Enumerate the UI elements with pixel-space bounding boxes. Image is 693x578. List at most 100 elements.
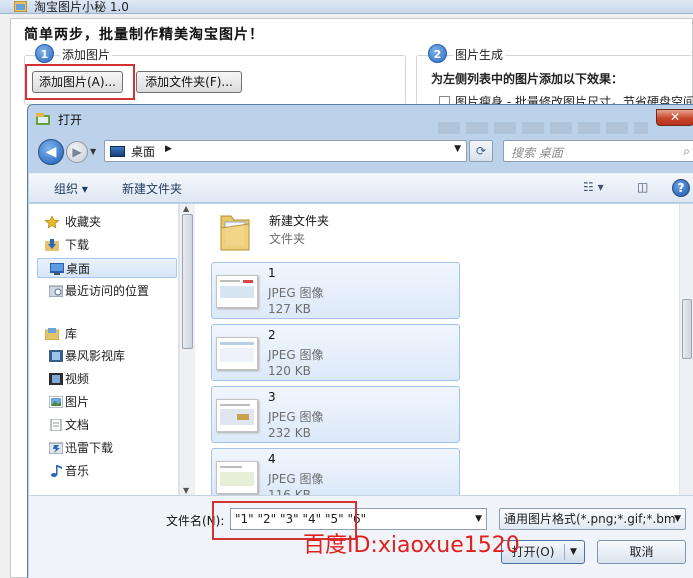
cancel-button[interactable]: 取消 bbox=[597, 540, 686, 564]
downloads-icon bbox=[45, 239, 59, 251]
image-thumbnail bbox=[216, 275, 258, 308]
browser-pane: 收藏夹 下载 桌面 最近访问的位置 库 暴风影视库 视频 图片 文档 迅雷下载 … bbox=[29, 204, 693, 502]
add-folder-button[interactable]: 添加文件夹(F)... bbox=[136, 71, 242, 93]
step1-number-icon: 1 bbox=[35, 44, 54, 63]
help-icon[interactable]: ? bbox=[672, 179, 690, 197]
file-type: JPEG 图像 bbox=[268, 348, 324, 362]
nav-label: 图片 bbox=[65, 395, 90, 409]
library-icon bbox=[45, 328, 59, 340]
star-icon bbox=[45, 216, 59, 228]
nav-item-video-library[interactable]: 暴风影视库 bbox=[37, 346, 177, 366]
view-options-icon[interactable]: ☷ ▾ bbox=[583, 180, 604, 194]
desktop-icon bbox=[50, 263, 64, 275]
nav-label: 库 bbox=[65, 327, 78, 341]
search-icon[interactable]: ⌕ bbox=[683, 144, 690, 159]
file-scrollbar[interactable] bbox=[679, 204, 693, 495]
watermark-text: 百度ID:xiaoxue1520 bbox=[303, 533, 520, 558]
file-size: 232 KB bbox=[268, 426, 311, 440]
highlight-box-add-images bbox=[25, 64, 135, 100]
refresh-icon[interactable]: ⟳ bbox=[469, 140, 493, 162]
address-bar[interactable]: 桌面 ▶ ▼ bbox=[104, 140, 467, 162]
app-title: 淘宝图片小秘 1.0 bbox=[34, 0, 129, 14]
nav-item-videos[interactable]: 视频 bbox=[37, 369, 177, 389]
nav-item-documents[interactable]: 文档 bbox=[37, 415, 177, 435]
file-name: 1 bbox=[268, 266, 276, 280]
nav-label: 收藏夹 bbox=[65, 215, 102, 229]
preview-pane-icon[interactable]: ◫ bbox=[637, 180, 648, 194]
blurred-text bbox=[438, 122, 648, 134]
nav-item-pictures[interactable]: 图片 bbox=[37, 392, 177, 412]
file-type: JPEG 图像 bbox=[268, 410, 324, 424]
videos-icon bbox=[49, 373, 63, 385]
image-thumbnail bbox=[216, 337, 258, 370]
nav-scroll-thumb[interactable] bbox=[182, 214, 193, 349]
folder-icon bbox=[220, 215, 250, 251]
back-arrow-icon[interactable]: ◀ bbox=[38, 139, 64, 165]
command-toolbar: 组织 ▾ 新建文件夹 ☷ ▾ ◫ ? bbox=[29, 173, 693, 203]
documents-icon bbox=[50, 419, 62, 431]
dialog-title: 打开 bbox=[58, 113, 83, 127]
nav-label: 桌面 bbox=[66, 262, 91, 276]
thunder-download-icon bbox=[49, 442, 63, 454]
nav-label: 音乐 bbox=[65, 464, 90, 478]
dialog-icon bbox=[36, 113, 50, 125]
filename-dropdown-icon[interactable]: ▼ bbox=[475, 514, 482, 524]
image-thumbnail bbox=[216, 399, 258, 432]
nav-label: 最近访问的位置 bbox=[65, 284, 150, 298]
list-item-file-3[interactable]: 3 JPEG 图像 232 KB bbox=[211, 386, 460, 443]
close-button[interactable]: ✕ bbox=[656, 109, 693, 126]
search-placeholder: 搜索 桌面 bbox=[511, 146, 563, 160]
new-folder-button[interactable]: 新建文件夹 bbox=[122, 180, 182, 197]
scroll-down-icon[interactable]: ▼ bbox=[183, 486, 189, 495]
organize-menu[interactable]: 组织 ▾ bbox=[54, 180, 88, 197]
file-type-filter[interactable]: 通用图片格式(*.png;*.gif;*.bm ▼ bbox=[499, 508, 686, 530]
file-type: 文件夹 bbox=[269, 232, 306, 246]
nav-item-libraries[interactable]: 库 bbox=[37, 324, 177, 344]
list-item-folder[interactable]: 新建文件夹 文件夹 bbox=[213, 208, 473, 260]
nav-label: 下载 bbox=[65, 238, 90, 252]
effect-heading: 为左侧列表中的图片添加以下效果： bbox=[431, 72, 624, 86]
file-name: 2 bbox=[268, 328, 276, 342]
list-item-file-1[interactable]: 1 JPEG 图像 127 KB bbox=[211, 262, 460, 319]
step1-label: 添加图片 bbox=[60, 46, 113, 63]
app-icon bbox=[14, 1, 27, 12]
nav-label: 视频 bbox=[65, 372, 90, 386]
file-name: 4 bbox=[268, 452, 276, 466]
nav-item-thunder-download[interactable]: 迅雷下载 bbox=[37, 438, 177, 458]
scroll-up-icon[interactable]: ▲ bbox=[183, 204, 189, 213]
open-dropdown-icon[interactable]: ▼ bbox=[570, 541, 577, 563]
file-name: 新建文件夹 bbox=[269, 214, 330, 228]
nav-item-downloads[interactable]: 下载 bbox=[37, 235, 177, 255]
nav-scrollbar[interactable]: ▲ ▼ bbox=[179, 204, 195, 495]
history-dropdown-icon[interactable]: ▼ bbox=[90, 147, 100, 157]
open-dialog: 打开 ✕ ◀ ▶ ▼ 桌面 ▶ ▼ ⟳ 搜索 桌面 ⌕ 组织 ▾ 新建文件夹 ☷… bbox=[27, 104, 693, 578]
list-item-file-4[interactable]: 4 JPEG 图像 116 KB bbox=[211, 448, 460, 502]
navigation-pane: 收藏夹 下载 桌面 最近访问的位置 库 暴风影视库 视频 图片 文档 迅雷下载 … bbox=[29, 204, 179, 495]
pictures-icon bbox=[49, 396, 63, 408]
list-item-file-2[interactable]: 2 JPEG 图像 120 KB bbox=[211, 324, 460, 381]
file-size: 120 KB bbox=[268, 364, 311, 378]
app-titlebar: 淘宝图片小秘 1.0 bbox=[0, 0, 693, 14]
open-button-divider bbox=[564, 544, 565, 560]
nav-item-favorites[interactable]: 收藏夹 bbox=[37, 212, 177, 232]
file-scroll-thumb[interactable] bbox=[682, 299, 692, 359]
nav-item-music[interactable]: 音乐 bbox=[37, 461, 177, 481]
file-type: JPEG 图像 bbox=[268, 286, 324, 300]
crumb-chevron-icon[interactable]: ▶ bbox=[165, 144, 172, 154]
music-icon bbox=[51, 465, 62, 477]
step2-number-icon: 2 bbox=[428, 44, 447, 63]
video-library-icon bbox=[49, 350, 63, 362]
nav-item-recent[interactable]: 最近访问的位置 bbox=[37, 281, 177, 301]
nav-label: 迅雷下载 bbox=[65, 441, 114, 455]
file-name: 3 bbox=[268, 390, 276, 404]
forward-arrow-icon[interactable]: ▶ bbox=[66, 141, 88, 163]
filter-dropdown-icon[interactable]: ▼ bbox=[674, 509, 681, 529]
nav-label: 文档 bbox=[65, 418, 90, 432]
app-heading: 简单两步，批量制作精美淘宝图片！ bbox=[24, 27, 264, 43]
address-dropdown-icon[interactable]: ▼ bbox=[454, 144, 461, 154]
filter-value: 通用图片格式(*.png;*.gif;*.bm bbox=[504, 512, 676, 526]
nav-item-desktop[interactable]: 桌面 bbox=[37, 258, 177, 278]
search-input[interactable]: 搜索 桌面 ⌕ bbox=[503, 140, 693, 162]
file-list: 新建文件夹 文件夹 1 JPEG 图像 127 KB 2 JPEG 图像 120… bbox=[195, 204, 677, 502]
address-crumb[interactable]: 桌面 bbox=[131, 143, 155, 160]
